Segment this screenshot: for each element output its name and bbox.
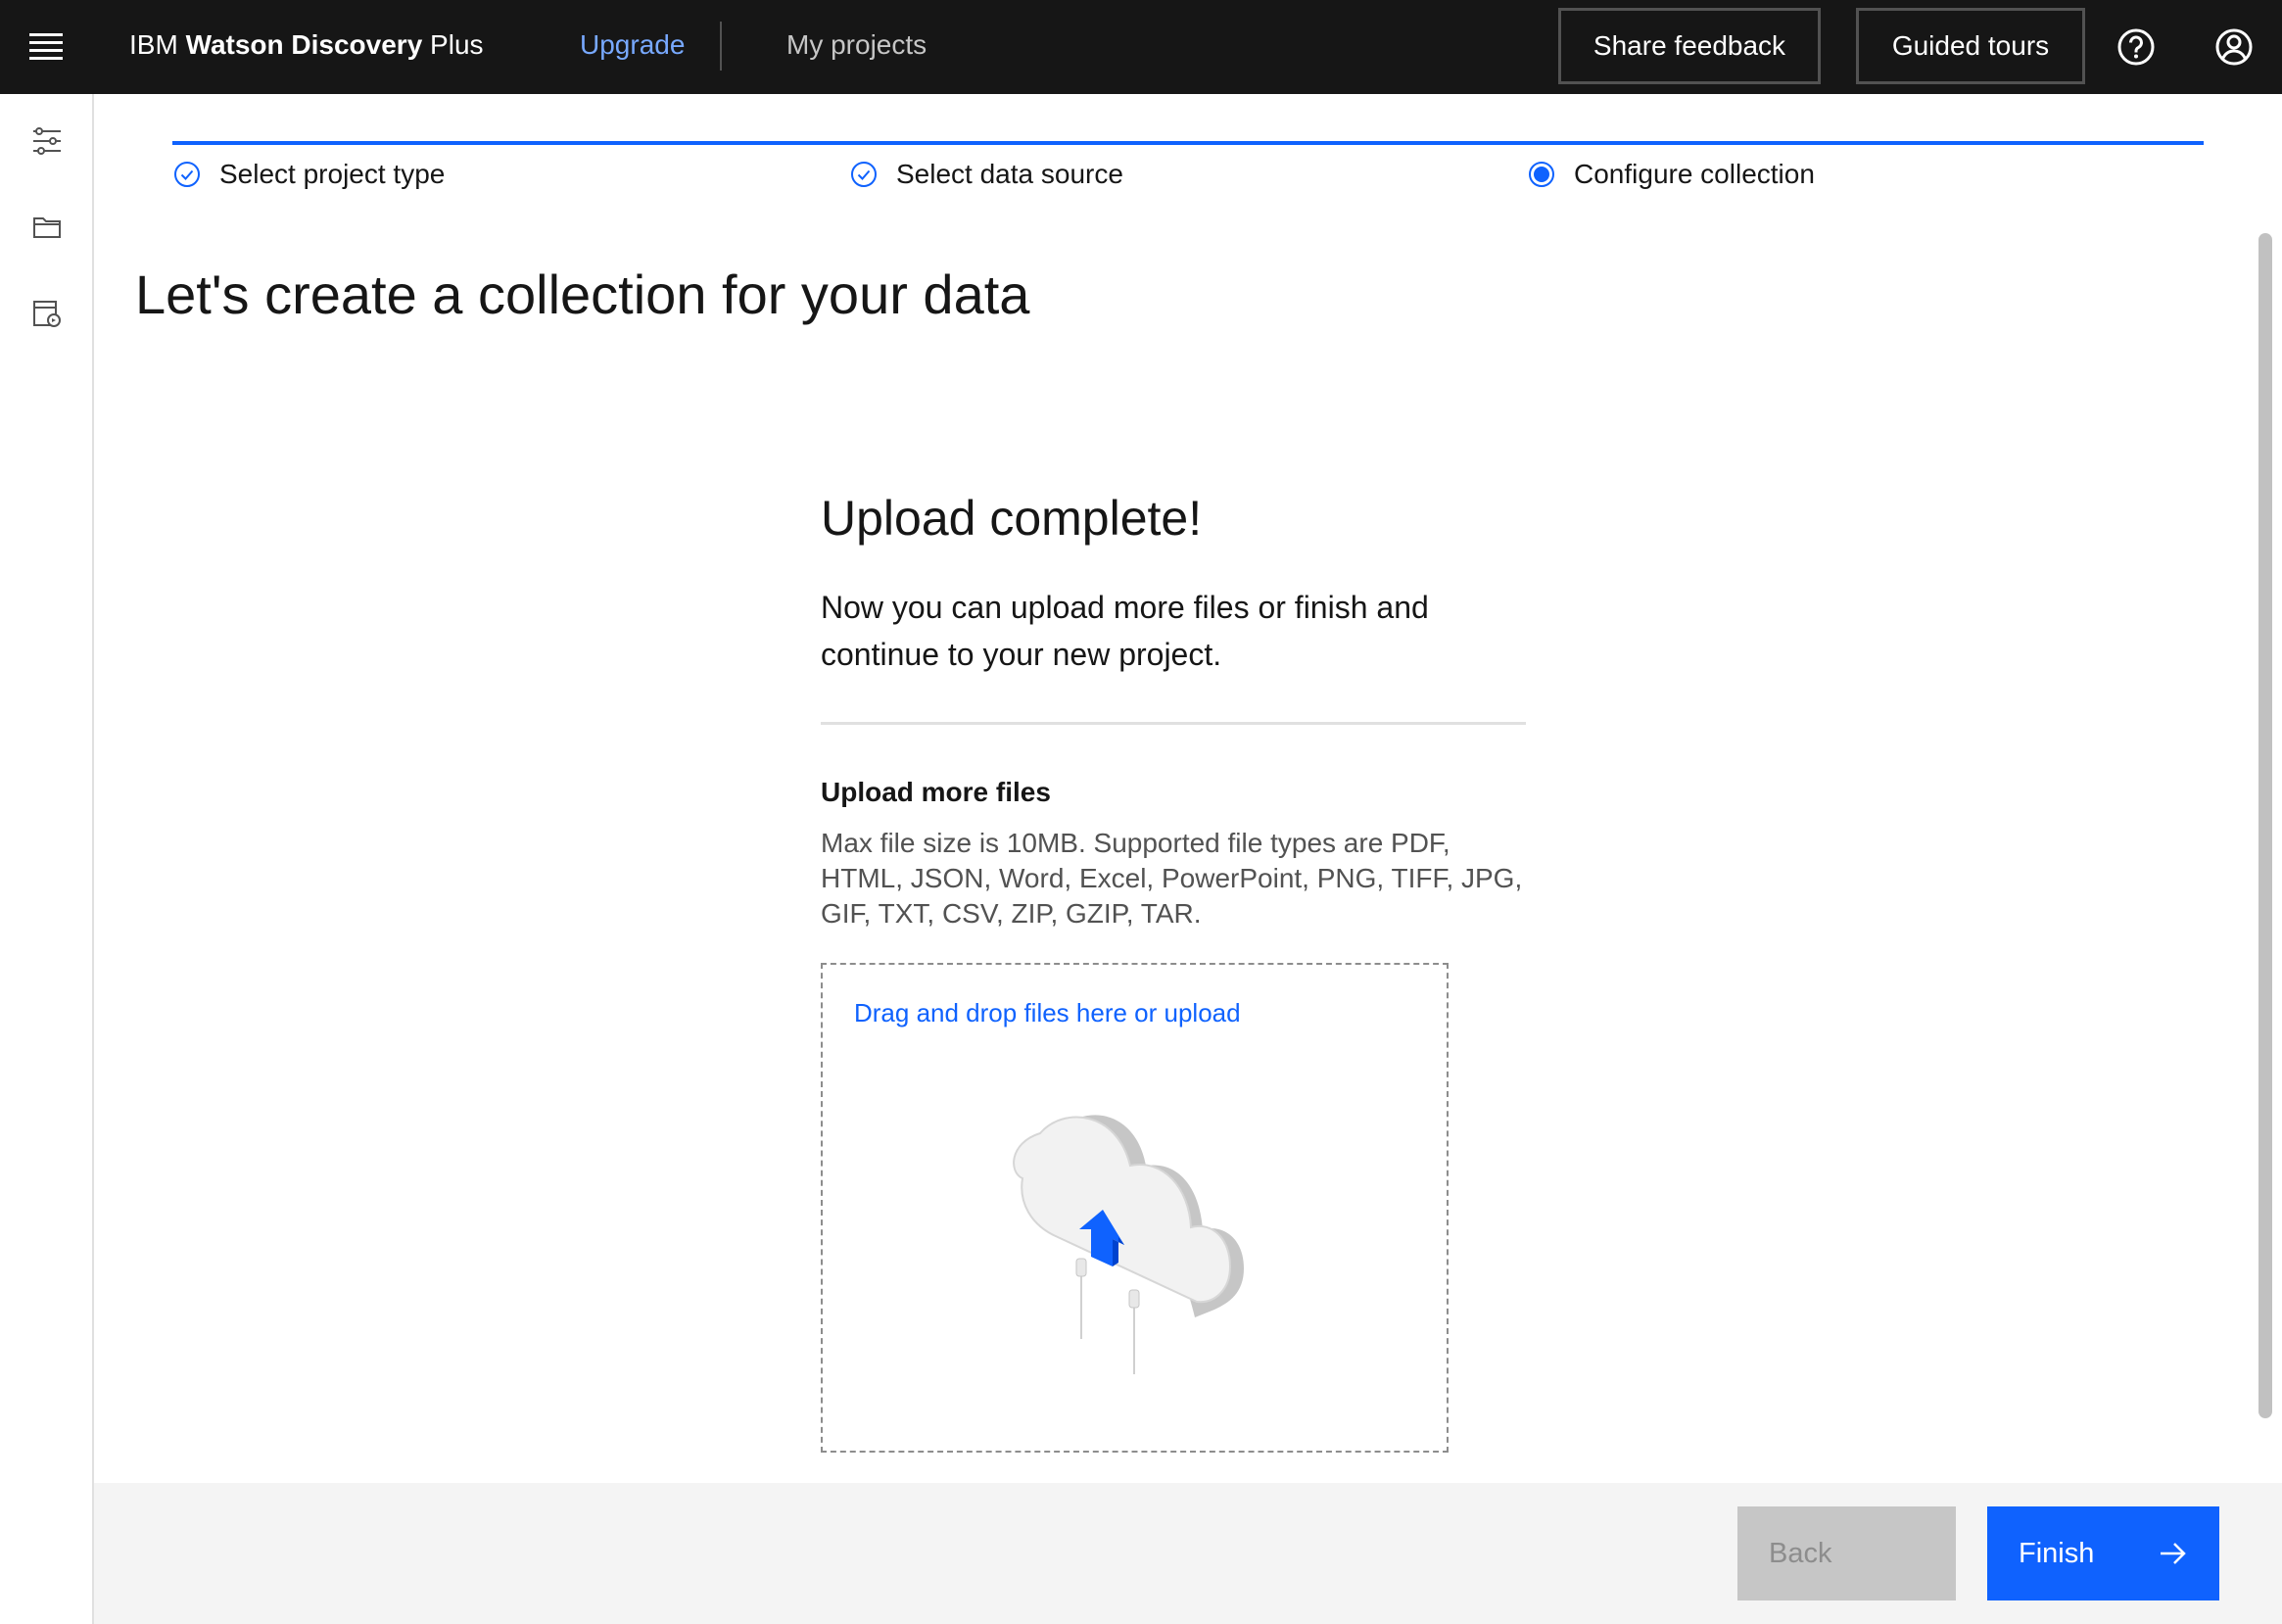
brand-bold: Watson Discovery bbox=[185, 29, 423, 60]
step-label: Configure collection bbox=[1574, 159, 1815, 189]
side-nav bbox=[0, 94, 94, 1624]
help-icon[interactable] bbox=[2111, 22, 2162, 72]
upload-more-files-heading: Upload more files bbox=[821, 777, 1051, 807]
guided-tours-button[interactable]: Guided tours bbox=[1856, 8, 2085, 84]
supported-file-types-text: Max file size is 10MB. Supported file ty… bbox=[821, 828, 1523, 929]
current-step-icon bbox=[1529, 162, 1554, 187]
menu-icon[interactable] bbox=[29, 33, 65, 60]
back-button[interactable]: Back bbox=[1737, 1506, 1956, 1600]
upload-complete-description: Now you can upload more files or finish … bbox=[821, 590, 1429, 672]
checkmark-outline-icon bbox=[174, 162, 200, 187]
folder-icon[interactable] bbox=[29, 210, 65, 245]
cloud-upload-illustration bbox=[1013, 1115, 1244, 1374]
my-projects-link[interactable]: My projects bbox=[786, 29, 927, 61]
nav-divider bbox=[720, 22, 722, 71]
progress-bar bbox=[172, 141, 2204, 145]
product-name[interactable]: IBM Watson Discovery Plus bbox=[129, 29, 484, 61]
brand-suffix: Plus bbox=[422, 29, 484, 60]
progress-step-select-data-source[interactable]: Select data source bbox=[849, 159, 1123, 190]
finish-button[interactable]: Finish bbox=[1987, 1506, 2219, 1600]
data-source-icon[interactable] bbox=[29, 296, 65, 331]
section-divider bbox=[821, 722, 1526, 725]
top-header: IBM Watson Discovery Plus Upgrade My pro… bbox=[0, 0, 2282, 94]
scrollbar-thumb[interactable] bbox=[2258, 233, 2272, 1418]
step-label: Select data source bbox=[896, 159, 1123, 189]
step-label: Select project type bbox=[219, 159, 446, 189]
progress-step-select-project-type[interactable]: Select project type bbox=[172, 159, 445, 190]
file-dropzone[interactable]: Drag and drop files here or upload bbox=[821, 963, 1449, 1453]
upload-complete-heading: Upload complete! bbox=[821, 491, 1203, 546]
checkmark-outline-icon bbox=[851, 162, 877, 187]
drag-drop-upload-link[interactable]: Drag and drop files here or upload bbox=[854, 998, 1241, 1028]
share-feedback-button[interactable]: Share feedback bbox=[1558, 8, 1821, 84]
upgrade-link[interactable]: Upgrade bbox=[580, 29, 685, 61]
arrow-right-icon bbox=[2161, 1543, 2186, 1564]
user-avatar-icon[interactable] bbox=[2209, 22, 2259, 72]
settings-sliders-icon[interactable] bbox=[29, 123, 65, 159]
progress-step-configure-collection[interactable]: Configure collection bbox=[1527, 159, 1815, 190]
page-title: Let's create a collection for your data bbox=[135, 263, 1030, 325]
finish-label: Finish bbox=[2019, 1537, 2095, 1569]
brand-prefix: IBM bbox=[129, 29, 186, 60]
